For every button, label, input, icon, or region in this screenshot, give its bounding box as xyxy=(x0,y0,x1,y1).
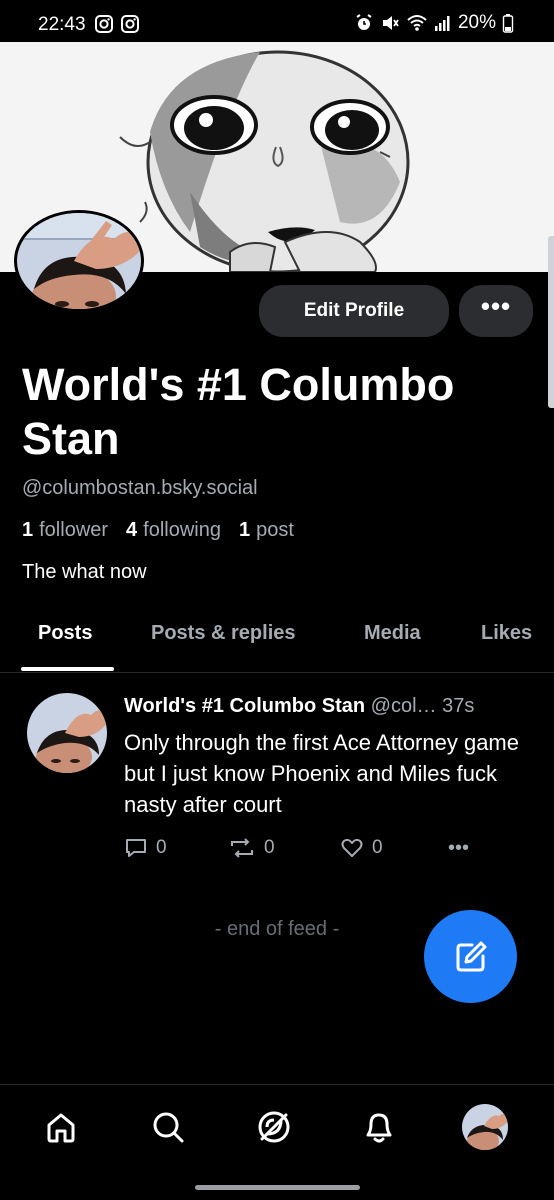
post-author-avatar[interactable] xyxy=(27,693,107,773)
instagram-icon xyxy=(94,14,114,40)
post-timestamp: 37s xyxy=(442,695,475,717)
signal-icon xyxy=(434,14,452,32)
feed-post[interactable]: World's #1 Columbo Stan @col… 37s Only t… xyxy=(0,673,554,873)
post-author-name[interactable]: World's #1 Columbo Stan xyxy=(124,695,365,717)
post-more-button[interactable]: ••• xyxy=(448,837,469,860)
reply-icon xyxy=(126,839,146,857)
nav-feeds[interactable] xyxy=(250,1103,298,1151)
reply-count: 0 xyxy=(156,837,167,858)
profile-tabs: Posts Posts & replies Media Likes xyxy=(0,614,554,673)
profile-stats: 1 follower 4 following 1 post xyxy=(22,519,312,542)
post-text: Only through the first Ace Attorney game… xyxy=(124,730,519,817)
followers-label[interactable]: follower xyxy=(39,519,108,542)
posts-label: post xyxy=(256,519,294,541)
feeds-icon xyxy=(258,1111,290,1143)
home-icon xyxy=(47,1113,75,1143)
compose-button[interactable] xyxy=(424,910,517,1003)
profile-avatar xyxy=(462,1104,508,1150)
search-icon xyxy=(153,1112,184,1143)
more-icon: ••• xyxy=(448,837,470,859)
status-bar: 22:43 20% xyxy=(0,0,554,42)
profile-handle: @columbostan.bsky.social xyxy=(22,477,258,499)
repost-button[interactable]: 0 xyxy=(228,837,275,859)
tab-media[interactable]: Media xyxy=(364,622,421,645)
profile-display-name: World's #1 Columbo Stan xyxy=(22,359,455,464)
post-author-handle[interactable]: @col… xyxy=(371,695,437,717)
instagram-icon xyxy=(120,14,140,40)
alarm-icon xyxy=(354,13,374,33)
reply-button[interactable]: 0 xyxy=(124,837,167,859)
compose-icon xyxy=(456,941,486,971)
tab-likes[interactable]: Likes xyxy=(481,622,532,645)
more-icon: ••• xyxy=(480,291,512,321)
bottom-nav xyxy=(0,1084,554,1175)
tab-posts[interactable]: Posts xyxy=(38,622,92,645)
nav-search[interactable] xyxy=(144,1103,192,1151)
following-label[interactable]: following xyxy=(143,519,221,542)
followers-count[interactable]: 1 xyxy=(22,519,33,542)
wifi-icon xyxy=(406,13,428,33)
tab-posts-and-replies[interactable]: Posts & replies xyxy=(151,622,296,645)
scroll-indicator[interactable] xyxy=(548,236,554,408)
mute-icon xyxy=(380,13,400,33)
like-button[interactable]: 0 xyxy=(340,837,383,859)
nav-notifications[interactable] xyxy=(355,1103,403,1151)
notifications-icon xyxy=(366,1113,392,1143)
avatar-photo xyxy=(14,210,144,312)
status-time: 22:43 xyxy=(38,14,86,35)
heart-icon xyxy=(341,838,363,857)
profile-bio: The what now xyxy=(22,561,147,583)
more-options-button[interactable]: ••• xyxy=(459,285,533,337)
home-indicator[interactable] xyxy=(195,1185,360,1190)
nav-home[interactable] xyxy=(37,1103,85,1151)
edit-profile-button[interactable]: Edit Profile xyxy=(259,285,449,337)
following-count[interactable]: 4 xyxy=(126,519,137,542)
nav-profile[interactable] xyxy=(461,1103,509,1151)
profile-avatar[interactable] xyxy=(14,209,146,313)
repost-icon xyxy=(231,838,253,858)
post-actions: 0 0 0 ••• xyxy=(124,837,484,867)
active-tab-indicator xyxy=(21,667,114,671)
battery-icon xyxy=(502,13,514,33)
like-count: 0 xyxy=(372,837,383,858)
battery-text: 20% xyxy=(457,12,496,33)
repost-count: 0 xyxy=(264,837,275,858)
posts-count: 1 xyxy=(239,519,251,541)
